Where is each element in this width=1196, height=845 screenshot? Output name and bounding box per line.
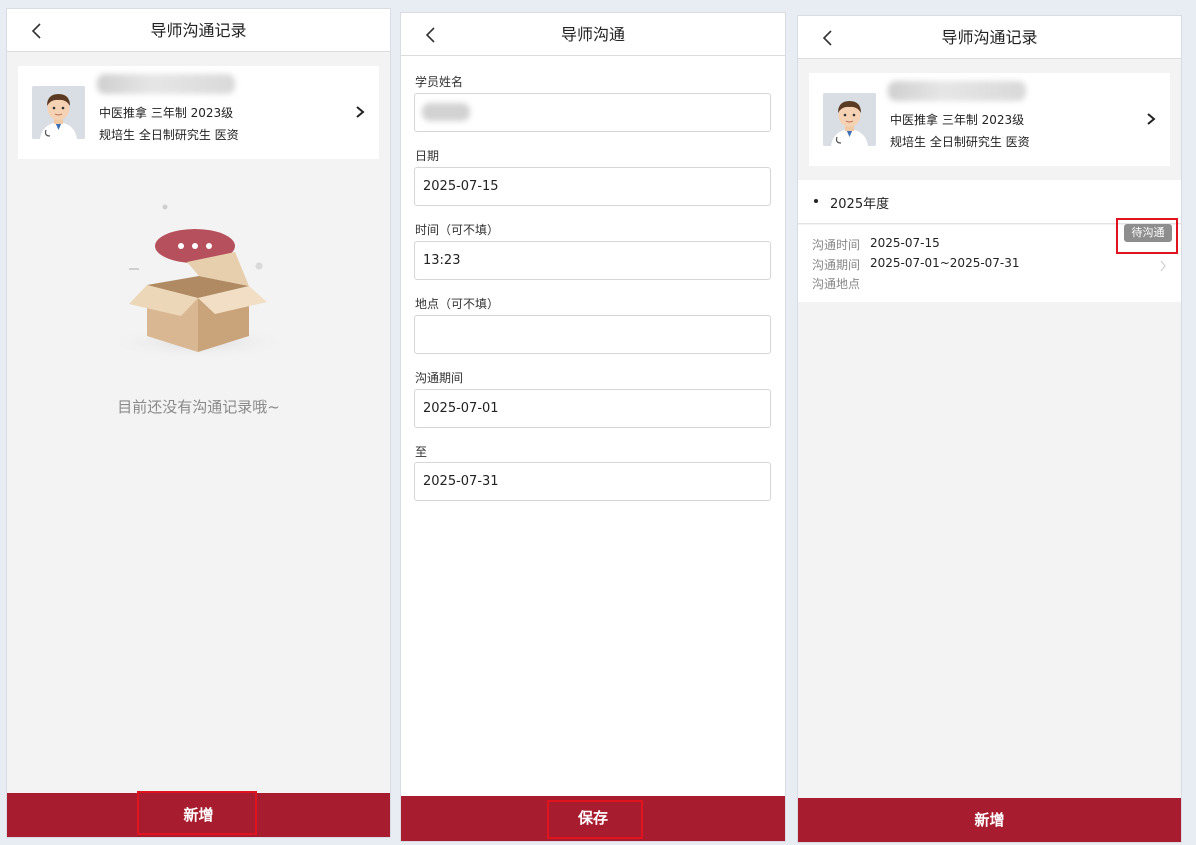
year-label: 2025年度 xyxy=(830,197,890,212)
profile-major-line: 中医推拿 三年制 2023级 xyxy=(890,113,1025,127)
period-end-label: 至 xyxy=(415,445,428,459)
chevron-right-icon[interactable] xyxy=(353,104,367,120)
doctor-avatar xyxy=(32,86,85,139)
student-name-redacted xyxy=(422,103,470,121)
student-name-field[interactable] xyxy=(414,93,771,132)
empty-box-illustration xyxy=(107,204,291,359)
nav-header: 导师沟通记录 xyxy=(7,9,390,52)
date-field[interactable]: 2025-07-15 xyxy=(414,167,771,206)
time-label: 时间（可不填） xyxy=(415,223,500,237)
chevron-right-icon xyxy=(1160,260,1166,272)
student-profile-card[interactable]: 中医推拿 三年制 2023级 规培生 全日制研究生 医资 xyxy=(18,66,379,159)
page-title: 导师沟通记录 xyxy=(941,28,1038,47)
screen-communication-form: 导师沟通 学员姓名 日期 2025-07-15 时间（可不填） 13:23 地点… xyxy=(400,12,786,842)
date-label: 日期 xyxy=(415,149,440,163)
student-name-redacted xyxy=(888,81,1026,101)
nav-header: 导师沟通 xyxy=(401,13,785,56)
add-record-button[interactable]: 新增 xyxy=(798,798,1181,842)
year-group-header[interactable]: 2025年度 xyxy=(798,180,1181,224)
save-button[interactable]: 保存 xyxy=(401,796,785,841)
location-label: 地点（可不填） xyxy=(415,297,500,311)
record-time-value: 2025-07-15 xyxy=(870,236,940,250)
record-period-key: 沟通期间 xyxy=(812,258,861,272)
location-field[interactable] xyxy=(414,315,771,354)
empty-state-text: 目前还没有沟通记录哦~ xyxy=(117,398,280,416)
doctor-avatar xyxy=(823,93,876,146)
student-name-redacted xyxy=(97,74,235,94)
bullet-dot-icon xyxy=(814,199,818,203)
period-start-label: 沟通期间 xyxy=(415,371,464,385)
page-title: 导师沟通 xyxy=(560,25,625,44)
page-title: 导师沟通记录 xyxy=(150,21,247,40)
status-badge: 待沟通 xyxy=(1124,224,1172,242)
record-period-value: 2025-07-01~2025-07-31 xyxy=(870,256,1020,270)
screen-empty-records: 导师沟通记录 中医推拿 三年制 2023级 规培生 全日制研究生 医资 目前还没… xyxy=(6,8,391,838)
record-time-key: 沟通时间 xyxy=(812,238,861,252)
profile-type-line: 规培生 全日制研究生 医资 xyxy=(890,135,1030,149)
screen-records-list: 导师沟通记录 中医推拿 三年制 2023级 规培生 全日制研究生 医资 2025… xyxy=(797,15,1182,843)
student-profile-card[interactable]: 中医推拿 三年制 2023级 规培生 全日制研究生 医资 xyxy=(809,73,1170,166)
nav-header: 导师沟通记录 xyxy=(798,16,1181,59)
profile-type-line: 规培生 全日制研究生 医资 xyxy=(99,128,239,142)
time-field[interactable]: 13:23 xyxy=(414,241,771,280)
add-record-button[interactable]: 新增 xyxy=(7,793,390,837)
profile-major-line: 中医推拿 三年制 2023级 xyxy=(99,106,234,120)
period-end-field[interactable]: 2025-07-31 xyxy=(414,462,771,501)
chevron-right-icon[interactable] xyxy=(1144,111,1158,127)
period-start-field[interactable]: 2025-07-01 xyxy=(414,389,771,428)
student-name-label: 学员姓名 xyxy=(415,75,464,89)
record-place-key: 沟通地点 xyxy=(812,277,861,291)
